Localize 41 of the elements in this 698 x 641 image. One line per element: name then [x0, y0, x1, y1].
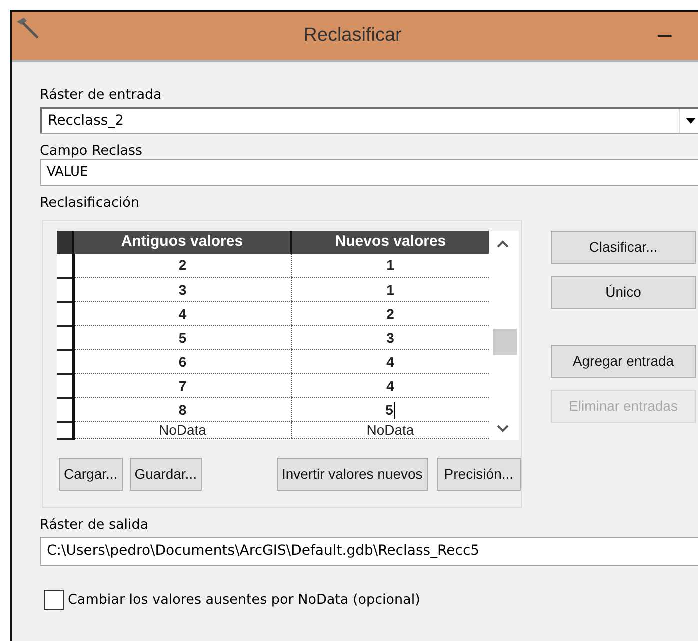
action-button[interactable]: Clasificar... [551, 231, 696, 264]
section-label: Reclasificación [40, 194, 140, 212]
action-button[interactable]: Cargar... [59, 458, 123, 490]
minimize-button[interactable]: − [646, 20, 698, 52]
table-cell: 8 [73, 398, 292, 422]
checkbox-label: Cambiar los valores ausentes por NoData (opcional) [68, 590, 420, 610]
action-button[interactable]: Invertir valores nuevos [276, 458, 428, 490]
action-button[interactable]: Agregar entrada [551, 345, 696, 378]
table-cell: 6 [73, 350, 292, 374]
row-header[interactable] [57, 350, 73, 374]
column-header: Nuevos valores [291, 231, 489, 254]
row-header[interactable] [57, 398, 73, 422]
row-header[interactable] [57, 254, 73, 278]
window-title: Reclasificar [302, 24, 403, 48]
row-header[interactable] [57, 422, 73, 438]
text-cursor [394, 402, 396, 420]
table-cell: 5 [73, 326, 292, 350]
column-header: Antiguos valores [73, 231, 292, 254]
action-button[interactable]: Precisión... [436, 458, 521, 490]
input-field[interactable]: VALUE [40, 159, 698, 186]
table-cell: 7 [73, 374, 292, 398]
row-header[interactable] [57, 302, 73, 326]
scroll-down-icon[interactable] [497, 424, 509, 434]
action-button[interactable]: Único [551, 276, 696, 309]
scroll-up-icon[interactable] [497, 239, 509, 249]
raster-dropdown[interactable]: Recclass_2 [40, 107, 698, 134]
checkbox[interactable] [44, 590, 64, 610]
action-button[interactable]: Guardar... [130, 458, 202, 490]
row-header[interactable] [57, 326, 73, 350]
field-label: Ráster de salida [40, 516, 150, 534]
table-cell: 2 [73, 254, 292, 278]
table-cell: NoData [73, 422, 292, 438]
table-cell: 4 [73, 302, 292, 326]
scroll-thumb[interactable] [493, 329, 517, 355]
input-field[interactable]: C:\Users\pedro\Documents\ArcGIS\Default.gdb\Reclass_Recc5 [40, 536, 698, 566]
field-label: Ráster de entrada [40, 86, 163, 104]
field-label: Campo Reclass [40, 142, 144, 160]
row-header[interactable] [57, 278, 73, 302]
dropdown-arrow-icon [686, 118, 696, 124]
table-cell: 3 [73, 278, 292, 302]
row-header[interactable] [57, 374, 73, 398]
